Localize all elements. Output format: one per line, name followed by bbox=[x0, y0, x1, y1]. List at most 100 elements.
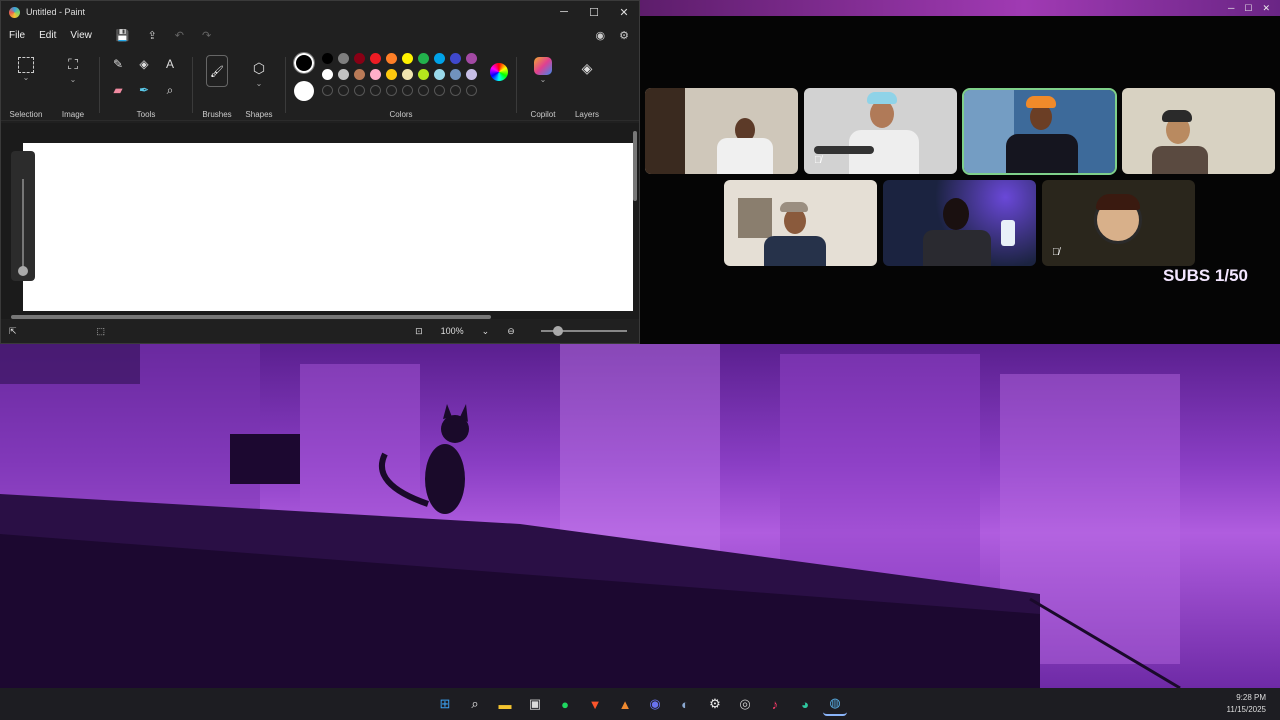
brush-size-slider[interactable] bbox=[11, 151, 35, 281]
tiktok-icon[interactable]: ♪ bbox=[763, 692, 787, 716]
steam-icon[interactable]: ◐ bbox=[673, 692, 697, 716]
zoom-slider[interactable] bbox=[540, 326, 627, 336]
image-chevron-icon[interactable]: ⌄ bbox=[70, 75, 77, 84]
custom-color-slot[interactable] bbox=[402, 85, 413, 96]
custom-color-slot[interactable] bbox=[434, 85, 445, 96]
participant-tile-2[interactable]: 🎙̸ bbox=[804, 88, 957, 174]
discord-icon[interactable]: ◉ bbox=[643, 692, 667, 716]
close-button[interactable]: ✕ bbox=[609, 1, 639, 23]
color-swatch[interactable] bbox=[418, 69, 429, 80]
participant-tile-4[interactable] bbox=[1122, 88, 1275, 174]
pencil-icon[interactable]: ✎ bbox=[107, 53, 129, 75]
color-swatch[interactable] bbox=[338, 53, 349, 64]
shapes-group: ⬡ ⌄ Shapes bbox=[237, 53, 281, 120]
custom-color-slot[interactable] bbox=[370, 85, 381, 96]
redo-icon[interactable]: ↷ bbox=[202, 29, 211, 42]
muted-mic-icon: 🎙̸ bbox=[1052, 247, 1060, 258]
shapes-chevron-icon[interactable]: ⌄ bbox=[256, 79, 263, 88]
custom-color-slot[interactable] bbox=[466, 85, 477, 96]
custom-color-slot[interactable] bbox=[418, 85, 429, 96]
menu-file[interactable]: File bbox=[9, 30, 25, 41]
edge-browser-icon[interactable]: ◕ bbox=[793, 692, 817, 716]
drawing-canvas[interactable] bbox=[23, 143, 633, 311]
custom-color-slot[interactable] bbox=[354, 85, 365, 96]
color-swatch[interactable] bbox=[418, 53, 429, 64]
settings-gear-icon[interactable]: ⚙ bbox=[619, 29, 629, 42]
save-icon[interactable]: 💾 bbox=[116, 29, 130, 42]
color-swatch[interactable] bbox=[434, 53, 445, 64]
custom-color-slot[interactable] bbox=[386, 85, 397, 96]
color-swatch[interactable] bbox=[466, 53, 477, 64]
file-explorer-icon[interactable]: ▬ bbox=[493, 692, 517, 716]
share-icon[interactable]: ⇪ bbox=[148, 29, 157, 42]
color-swatch[interactable] bbox=[386, 69, 397, 80]
color-swatch[interactable] bbox=[322, 69, 333, 80]
color-swatch[interactable] bbox=[466, 69, 477, 80]
custom-color-slot[interactable] bbox=[338, 85, 349, 96]
spotify-icon[interactable]: ● bbox=[553, 692, 577, 716]
text-icon[interactable]: A bbox=[159, 53, 181, 75]
selection-icon[interactable] bbox=[18, 57, 34, 73]
primary-color[interactable] bbox=[293, 52, 315, 74]
menu-edit[interactable]: Edit bbox=[39, 30, 56, 41]
participant-tile-1[interactable] bbox=[645, 88, 798, 174]
layers-icon[interactable]: ◈ bbox=[576, 57, 598, 79]
zoom-out-icon[interactable]: ⊖ bbox=[507, 326, 515, 337]
participant-tile-7[interactable]: 🎙̸ bbox=[1042, 180, 1195, 266]
color-picker-icon[interactable]: ✒ bbox=[133, 79, 155, 101]
maximize-button[interactable]: ☐ bbox=[579, 1, 609, 23]
color-swatch[interactable] bbox=[322, 53, 333, 64]
vertical-scrollbar[interactable] bbox=[633, 131, 637, 201]
call-close-button[interactable]: ✕ bbox=[1262, 3, 1270, 14]
secondary-color[interactable] bbox=[294, 81, 314, 101]
image-crop-icon[interactable]: ⛶ bbox=[62, 53, 84, 75]
color-swatch[interactable] bbox=[386, 53, 397, 64]
participant-tile-3[interactable] bbox=[962, 88, 1117, 175]
call-maximize-button[interactable]: ☐ bbox=[1244, 3, 1252, 14]
eraser-icon[interactable]: ▰ bbox=[107, 79, 129, 101]
zoom-dropdown-chevron-icon[interactable]: ⌄ bbox=[482, 326, 490, 337]
custom-color-slot[interactable] bbox=[450, 85, 461, 96]
color-swatch[interactable] bbox=[354, 53, 365, 64]
color-swatch[interactable] bbox=[434, 69, 445, 80]
affinity-icon[interactable]: ▲ bbox=[613, 692, 637, 716]
undo-icon[interactable]: ↶ bbox=[175, 29, 184, 42]
brushes-icon[interactable]: 🖌 bbox=[206, 55, 228, 87]
custom-color-slot[interactable] bbox=[322, 85, 333, 96]
color-swatch[interactable] bbox=[450, 53, 461, 64]
account-icon[interactable]: ◉ bbox=[596, 29, 606, 42]
color-swatch[interactable] bbox=[370, 53, 381, 64]
call-minimize-button[interactable]: ─ bbox=[1228, 3, 1234, 13]
copilot-chevron-icon[interactable]: ⌄ bbox=[540, 75, 547, 84]
paint-taskbar-icon[interactable]: ◍ bbox=[823, 692, 847, 716]
participant-tile-6[interactable] bbox=[883, 180, 1036, 266]
zoom-slider-knob[interactable] bbox=[552, 326, 563, 336]
start-windows-icon[interactable]: ⊞ bbox=[433, 692, 457, 716]
brush-size-knob[interactable] bbox=[18, 266, 28, 276]
desktop-wallpaper bbox=[0, 344, 1280, 688]
obs-settings-icon[interactable]: ⚙ bbox=[703, 692, 727, 716]
obs-studio-icon[interactable]: ◎ bbox=[733, 692, 757, 716]
color-swatch[interactable] bbox=[354, 69, 365, 80]
edit-colors-icon[interactable] bbox=[490, 63, 508, 81]
selection-chevron-icon[interactable]: ⌄ bbox=[23, 73, 30, 82]
color-swatch[interactable] bbox=[450, 69, 461, 80]
minimize-button[interactable]: ─ bbox=[549, 1, 579, 23]
zoom-level[interactable]: 100% bbox=[441, 326, 464, 336]
color-palette bbox=[322, 53, 482, 101]
system-clock[interactable]: 9:28 PM 11/15/2025 bbox=[1227, 692, 1266, 716]
shapes-icon[interactable]: ⬡ bbox=[248, 57, 270, 79]
color-swatch[interactable] bbox=[402, 53, 413, 64]
participant-tile-5[interactable] bbox=[724, 180, 877, 266]
fill-bucket-icon[interactable]: ◈ bbox=[133, 53, 155, 75]
color-swatch[interactable] bbox=[402, 69, 413, 80]
menu-view[interactable]: View bbox=[70, 30, 92, 41]
copilot-icon[interactable] bbox=[534, 57, 552, 75]
color-swatch[interactable] bbox=[338, 69, 349, 80]
brave-browser-icon[interactable]: ▼ bbox=[583, 692, 607, 716]
magnifier-icon[interactable]: ⌕ bbox=[159, 79, 181, 101]
fit-to-window-icon[interactable]: ⊡ bbox=[415, 326, 423, 337]
search-icon[interactable]: ⌕ bbox=[463, 692, 487, 716]
color-swatch[interactable] bbox=[370, 69, 381, 80]
microsoft-store-icon[interactable]: ▣ bbox=[523, 692, 547, 716]
